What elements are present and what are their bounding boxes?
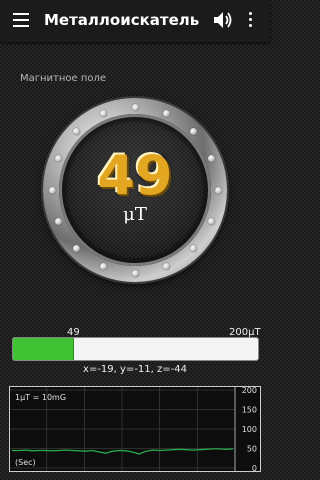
bolt <box>131 103 139 111</box>
gauge: 49 μT <box>43 98 227 282</box>
field-level-bar <box>12 337 259 361</box>
bolt <box>163 109 171 117</box>
y-tick-label: 200 <box>242 386 257 395</box>
bolt <box>72 127 80 135</box>
y-tick-label: 150 <box>242 406 257 415</box>
chart-annotation: 1μT = 10mG <box>15 393 66 402</box>
bolt <box>99 263 107 271</box>
field-reading: 49 <box>97 144 173 207</box>
y-tick-label: 100 <box>242 425 257 434</box>
bolt <box>163 263 171 271</box>
bolt <box>190 127 198 135</box>
volume-icon[interactable] <box>213 11 233 29</box>
xyz-readout: x=-19, y=-11, z=-44 <box>83 364 187 375</box>
field-level-fill <box>13 338 75 360</box>
bolt <box>99 109 107 117</box>
bolt <box>190 245 198 253</box>
bolt <box>72 245 80 253</box>
app-title: Металлоискатель <box>44 11 200 29</box>
more-vert-icon[interactable] <box>249 12 253 28</box>
y-tick-label: 50 <box>247 445 257 454</box>
field-unit: μT <box>123 204 147 225</box>
history-chart: 200 150 100 50 0 1μT = 10mG (Sec) <box>9 386 261 472</box>
x-axis-label: (Sec) <box>15 458 36 467</box>
bolt <box>131 269 139 277</box>
app-bar: Металлоискатель <box>0 0 270 42</box>
menu-icon[interactable] <box>13 13 29 27</box>
magnetic-field-label: Магнитное поле <box>20 73 107 84</box>
y-tick-label: 0 <box>252 464 257 472</box>
